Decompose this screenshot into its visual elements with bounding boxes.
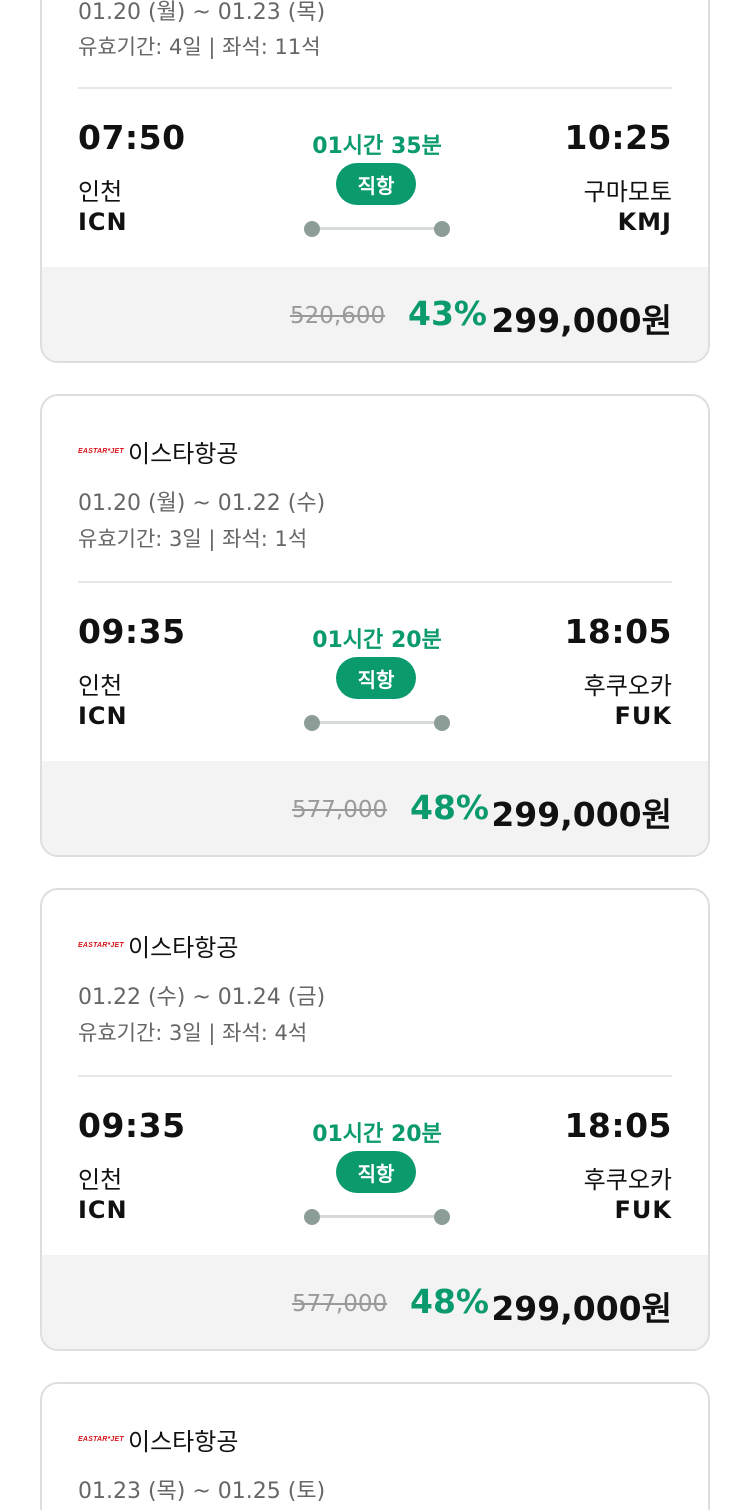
flight-card[interactable]: 01.20 (월) ~ 01.23 (목) 유효기간: 4일 | 좌석: 11석… — [40, 0, 710, 363]
price-bar: 577,000 48% 299,000원 — [42, 1255, 708, 1349]
original-price: 520,600 — [290, 303, 386, 329]
validity-seats: 유효기간: 3일 | 좌석: 1석 — [78, 527, 308, 551]
flight-card[interactable]: EASTAR*JET 이스타항공 01.23 (목) ~ 01.25 (토) — [40, 1382, 710, 1510]
destination-dot — [434, 221, 450, 237]
divider — [78, 1075, 672, 1077]
price-bar: 577,000 48% 299,000원 — [42, 761, 708, 855]
airline-row: EASTAR*JET 이스타항공 — [78, 1422, 238, 1457]
airline-name: 이스타항공 — [128, 1428, 239, 1456]
departure-code: ICN — [78, 1196, 128, 1224]
airline-logo: EASTAR*JET — [78, 1436, 124, 1443]
sale-price: 299,000원 — [491, 301, 672, 340]
origin-dot — [304, 221, 320, 237]
arrival-city: 후쿠오카 — [583, 1166, 672, 1194]
divider — [78, 87, 672, 89]
flight-card[interactable]: EASTAR*JET 이스타항공 01.20 (월) ~ 01.22 (수) 유… — [40, 394, 710, 857]
destination-dot — [434, 715, 450, 731]
departure-city: 인천 — [78, 1166, 123, 1194]
arrival-time: 18:05 — [564, 612, 672, 651]
departure-code: ICN — [78, 702, 128, 730]
route-line — [304, 1209, 450, 1225]
origin-dot — [304, 715, 320, 731]
destination-dot — [434, 1209, 450, 1225]
airline-row: EASTAR*JET 이스타항공 — [78, 434, 238, 469]
airline-row: EASTAR*JET 이스타항공 — [78, 928, 238, 963]
arrival-time: 18:05 — [564, 1106, 672, 1145]
departure-time: 07:50 — [78, 118, 186, 157]
departure-time: 09:35 — [78, 612, 186, 651]
airline-name: 이스타항공 — [128, 440, 239, 468]
travel-dates: 01.20 (월) ~ 01.23 (목) — [78, 0, 326, 25]
arrival-code: FUK — [614, 702, 672, 730]
original-price: 577,000 — [292, 797, 388, 823]
arrival-time: 10:25 — [564, 118, 672, 157]
flight-card[interactable]: EASTAR*JET 이스타항공 01.22 (수) ~ 01.24 (금) 유… — [40, 888, 710, 1351]
travel-dates: 01.20 (월) ~ 01.22 (수) — [78, 491, 326, 516]
flight-duration: 01시간 35분 — [312, 134, 442, 159]
validity-seats: 유효기간: 3일 | 좌석: 4석 — [78, 1021, 308, 1045]
departure-city: 인천 — [78, 672, 123, 700]
direct-badge: 직항 — [336, 163, 416, 205]
discount-rate: 48% — [410, 1282, 489, 1321]
travel-dates: 01.23 (목) ~ 01.25 (토) — [78, 1479, 326, 1504]
departure-time: 09:35 — [78, 1106, 186, 1145]
original-price: 577,000 — [292, 1291, 388, 1317]
direct-badge: 직항 — [336, 1151, 416, 1193]
discount-rate: 43% — [408, 294, 487, 333]
divider — [78, 581, 672, 583]
sale-price: 299,000원 — [491, 795, 672, 834]
arrival-code: FUK — [614, 1196, 672, 1224]
airline-logo: EASTAR*JET — [78, 942, 124, 949]
travel-dates: 01.22 (수) ~ 01.24 (금) — [78, 985, 326, 1010]
direct-badge: 직항 — [336, 657, 416, 699]
airline-name: 이스타항공 — [128, 934, 239, 962]
arrival-code: KMJ — [617, 208, 672, 236]
price-bar: 520,600 43% 299,000원 — [42, 267, 708, 361]
sale-price: 299,000원 — [491, 1289, 672, 1328]
validity-seats: 유효기간: 4일 | 좌석: 11석 — [78, 35, 321, 59]
route-line — [304, 221, 450, 237]
arrival-city: 후쿠오카 — [583, 672, 672, 700]
departure-code: ICN — [78, 208, 128, 236]
airline-logo: EASTAR*JET — [78, 448, 124, 455]
origin-dot — [304, 1209, 320, 1225]
discount-rate: 48% — [410, 788, 489, 827]
flight-duration: 01시간 20분 — [312, 628, 442, 653]
departure-city: 인천 — [78, 178, 123, 206]
arrival-city: 구마모토 — [583, 178, 672, 206]
flight-duration: 01시간 20분 — [312, 1122, 442, 1147]
route-line — [304, 715, 450, 731]
